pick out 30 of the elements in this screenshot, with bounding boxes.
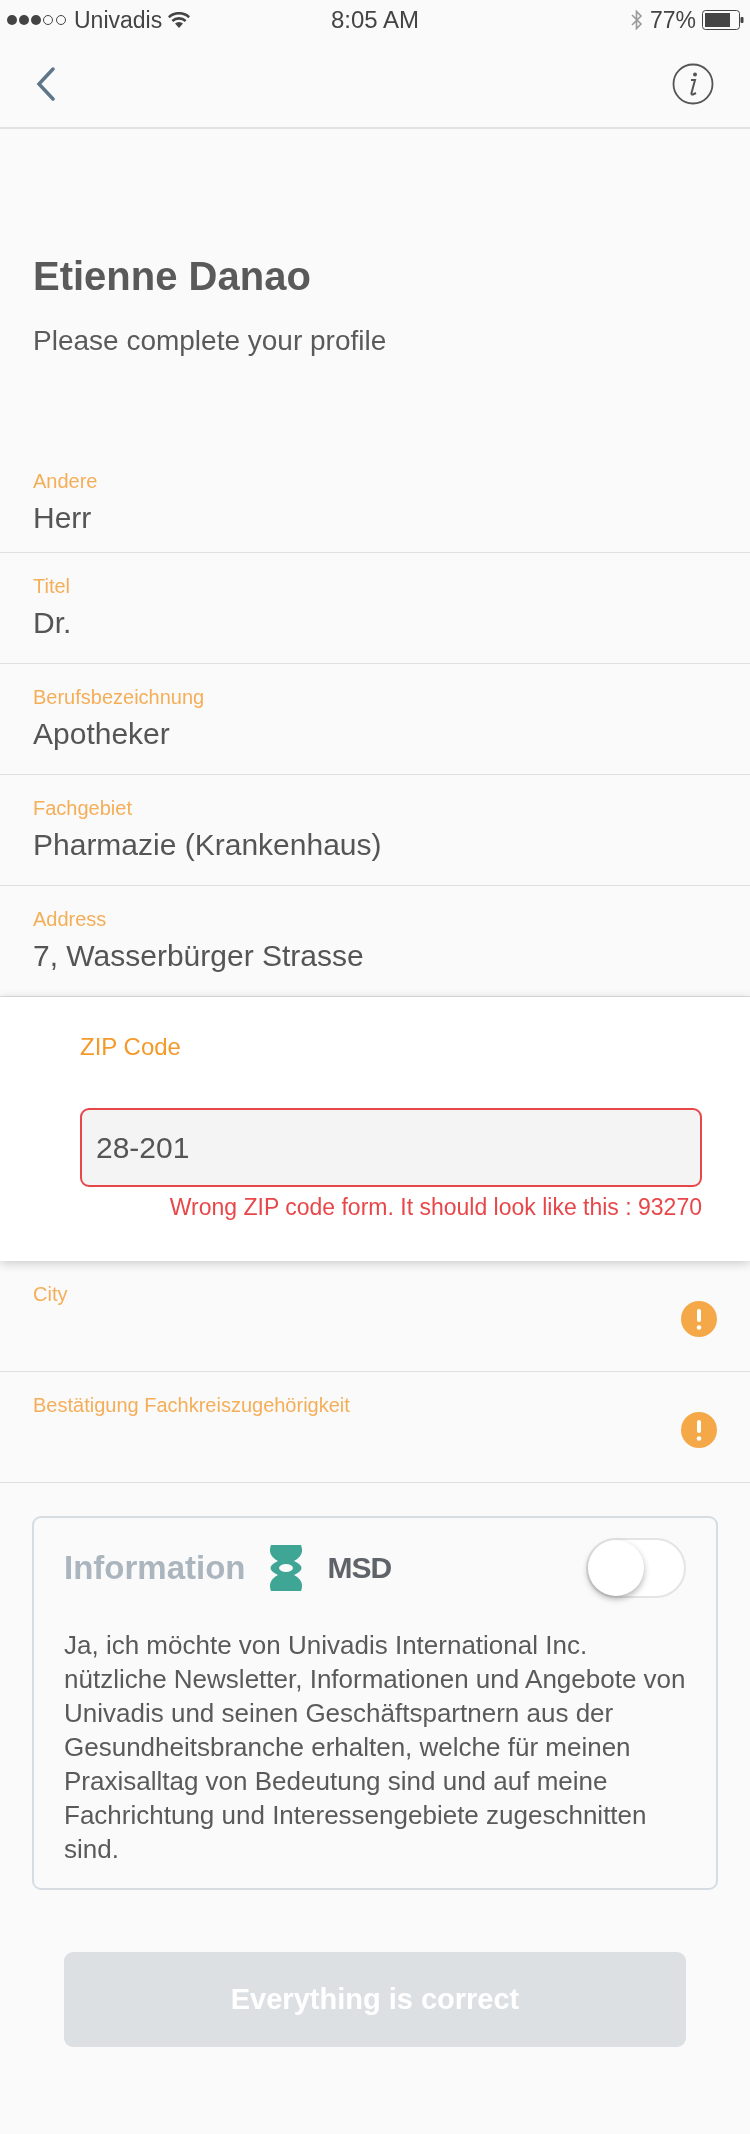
error-message: Wrong ZIP code form. It should look like this : 93270: [169, 1193, 702, 1222]
field-value[interactable]: Herr: [33, 497, 92, 538]
profile-subtitle: Please complete your profile: [33, 324, 388, 358]
brand-name: MSD: [327, 1551, 392, 1585]
field-label: Andere: [33, 468, 98, 494]
field-value[interactable]: Apotheker: [33, 714, 170, 754]
information-title: Information: [64, 1549, 246, 1587]
zip-input[interactable]: 28-201: [80, 1108, 702, 1187]
profile-name: Etienne Danao: [33, 253, 312, 300]
field-label: Address: [33, 907, 107, 932]
back-icon[interactable]: [36, 66, 56, 101]
field-value[interactable]: Dr.: [33, 603, 72, 643]
bluetooth-icon: [629, 9, 644, 31]
carrier-name: Univadis: [74, 6, 163, 34]
field-label: Berufsbezeichnung: [33, 685, 205, 710]
field-label: City: [33, 1282, 68, 1307]
field-value[interactable]: 7, Wasserbürger Strasse: [33, 936, 364, 976]
clock-time: 8:05 AM: [330, 6, 420, 34]
field-label: Bestätigung Fachkreiszugehörigkeit: [33, 1393, 350, 1418]
field-label: Fachgebiet: [33, 796, 132, 821]
zip-label: ZIP Code: [80, 1032, 181, 1062]
info-icon[interactable]: [672, 62, 714, 105]
toggle-switch[interactable]: [586, 1538, 686, 1598]
battery-percent: 77%: [649, 6, 696, 34]
field-value[interactable]: Pharmazie (Krankenhaus): [33, 825, 382, 865]
battery-icon: [702, 10, 744, 30]
field-label: Titel: [33, 574, 71, 599]
wifi-icon: [168, 12, 191, 28]
signal-icon: [6, 13, 68, 27]
consent-text: Ja, ich möchte von Univadis International Inc. nützliche Newsletter, Informationen und Angebote von Univadis und seinen Geschäftspartnern aus der Gesundheitsbranche erhalten, welche für meinen Praxisalltag von Bedeutung sind und auf meine Fachrichtung und Interessengebiete zugeschnitten sind.: [64, 1629, 686, 1866]
